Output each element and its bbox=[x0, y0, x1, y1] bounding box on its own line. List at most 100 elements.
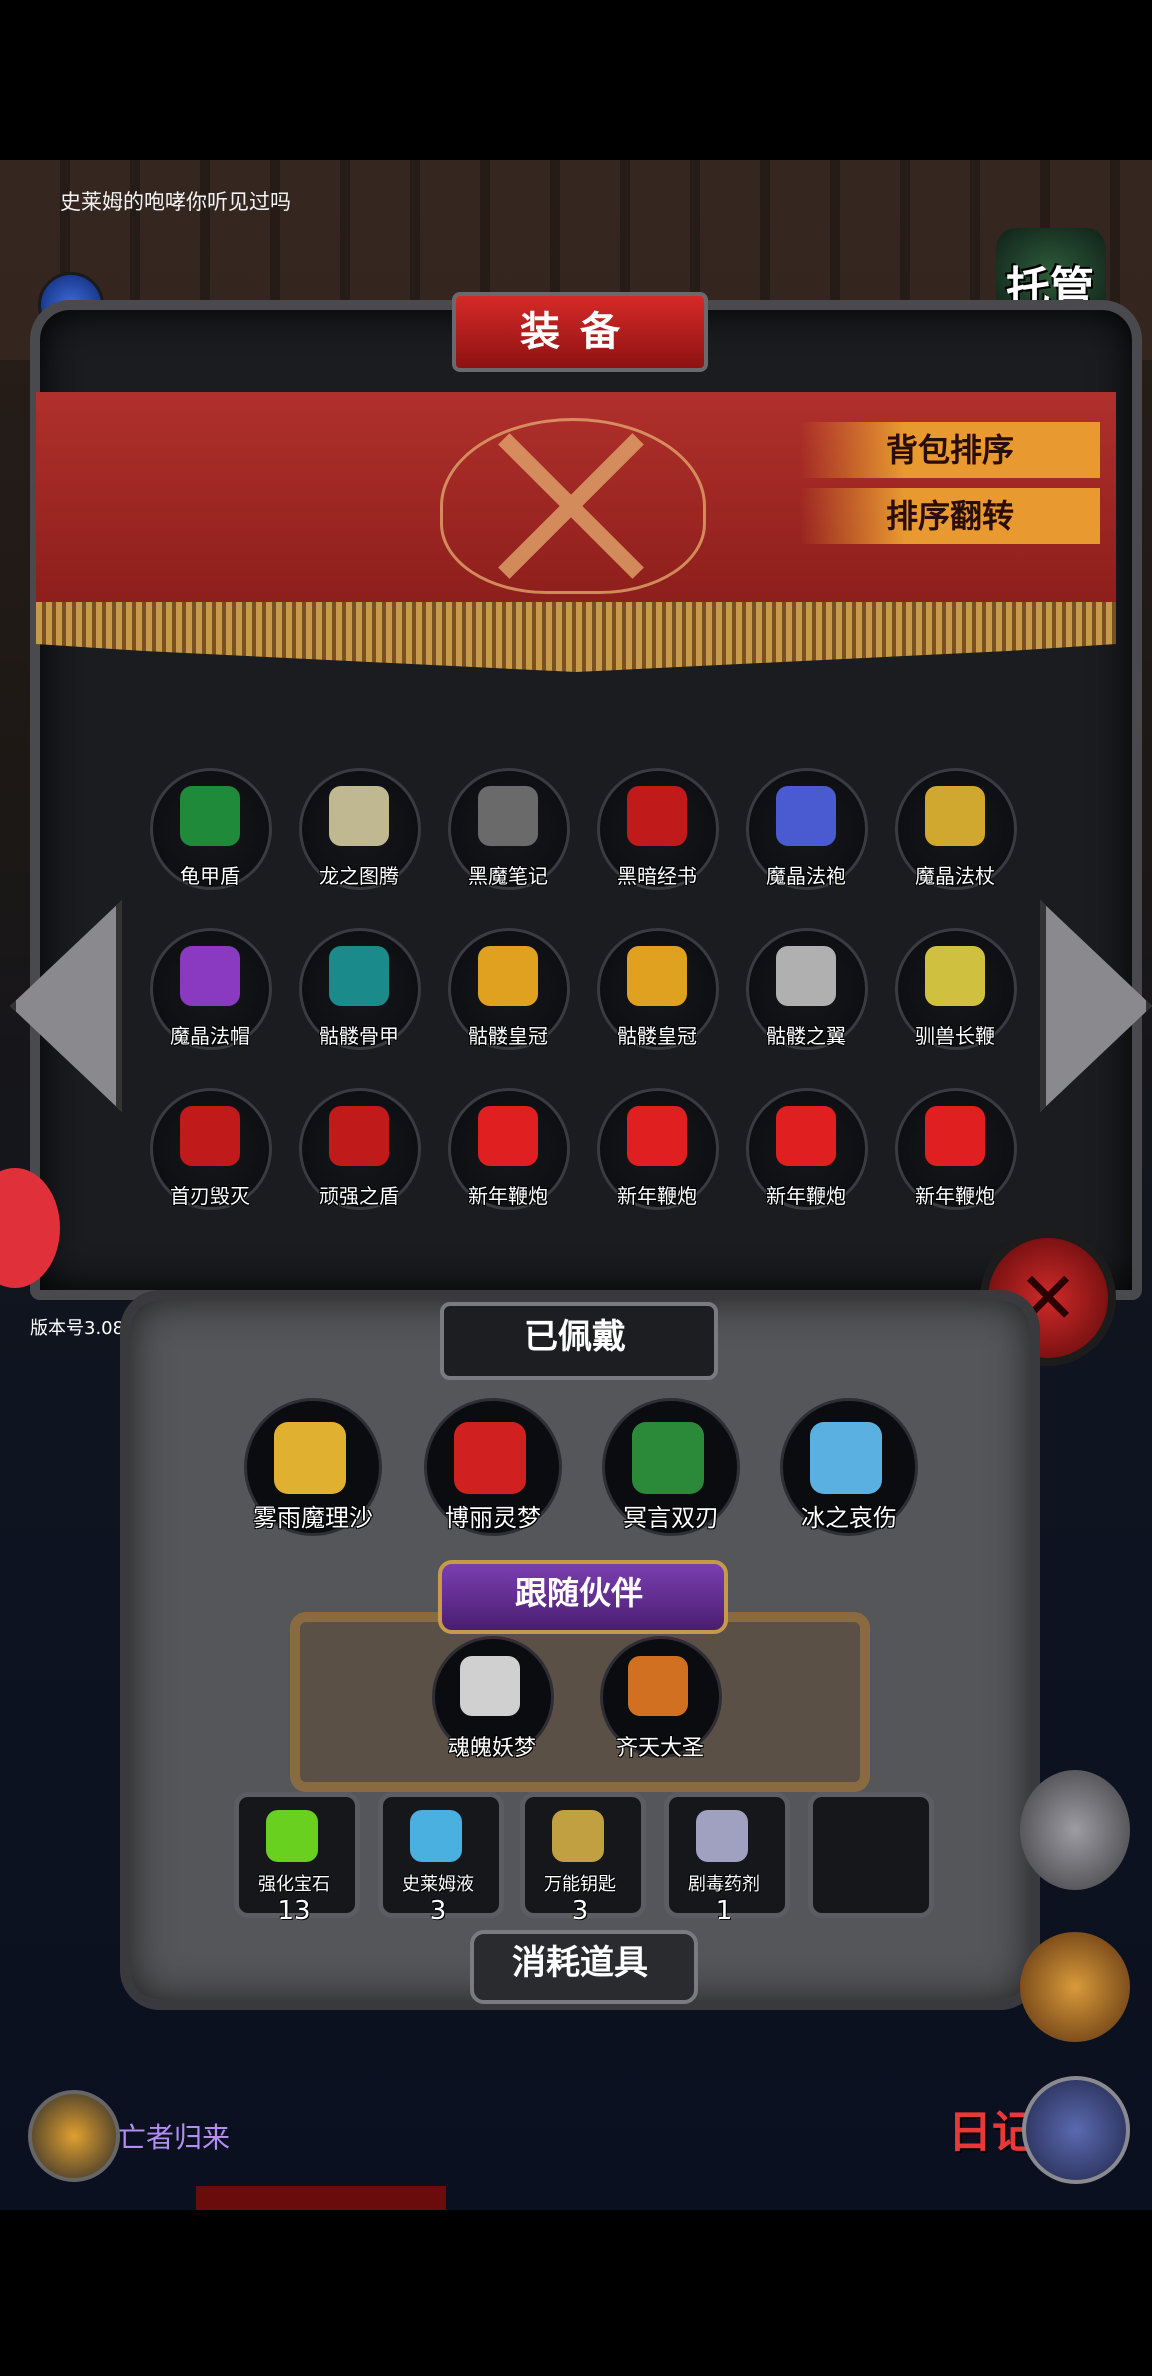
equipment-label: 新年鞭炮 bbox=[468, 1184, 548, 1208]
hero-title: 亡者归来 bbox=[118, 2121, 231, 2154]
diary-book-icon[interactable] bbox=[1022, 2076, 1130, 2184]
consumable-label: 万能钥匙 bbox=[544, 1874, 616, 1895]
companion-label: 齐天大圣 bbox=[615, 1736, 704, 1761]
equipment-slot[interactable]: 骷髅皇冠 bbox=[597, 928, 719, 1050]
equipment-slot[interactable]: 骷髅之翼 bbox=[746, 928, 868, 1050]
equipment-label: 新年鞭炮 bbox=[766, 1184, 846, 1208]
consumable-count: 13 bbox=[277, 1896, 311, 1926]
worn-title: 已佩戴 bbox=[524, 1317, 626, 1357]
worn-slot[interactable]: 雾雨魔理沙 bbox=[244, 1398, 382, 1536]
follow-title: 跟随伙伴 bbox=[514, 1574, 643, 1612]
hero-avatar[interactable] bbox=[28, 2090, 120, 2182]
crossed-swords-emblem bbox=[440, 418, 706, 594]
equipment-label: 魔晶法袍 bbox=[766, 864, 846, 888]
consumable-slot[interactable]: 史莱姆液 3 bbox=[378, 1792, 504, 1926]
companion-slot[interactable]: 齐天大圣 bbox=[600, 1636, 722, 1761]
poison-icon bbox=[696, 1810, 748, 1862]
companion-label: 魂魄妖梦 bbox=[447, 1736, 536, 1761]
equipment-label: 顽强之盾 bbox=[319, 1184, 399, 1208]
equipment-label: 首刃毁灭 bbox=[170, 1184, 250, 1208]
monkey-king-icon bbox=[628, 1656, 688, 1716]
equipment-label: 龙之图腾 bbox=[319, 864, 399, 888]
youmu-icon bbox=[460, 1656, 520, 1716]
worn-slot[interactable]: 博丽灵梦 bbox=[424, 1398, 562, 1536]
equipment-slot[interactable]: 骷髅皇冠 bbox=[448, 928, 570, 1050]
hint-text: 史莱姆的咆哮你听见过吗 bbox=[60, 190, 291, 214]
worn-label: 冥言双刃 bbox=[623, 1504, 719, 1532]
equipment-slot[interactable]: 顽强之盾 bbox=[299, 1088, 421, 1210]
equipment-slot[interactable]: 黑暗经书 bbox=[597, 768, 719, 890]
consumable-slot[interactable]: 剧毒药剂 1 bbox=[664, 1792, 790, 1926]
equipment-label: 驯兽长鞭 bbox=[915, 1024, 995, 1048]
equipment-label: 骷髅皇冠 bbox=[468, 1024, 548, 1048]
equipment-label: 骷髅之翼 bbox=[766, 1024, 846, 1048]
equipment-label: 黑魔笔记 bbox=[468, 864, 548, 888]
firecracker-icon bbox=[925, 1106, 985, 1166]
beer-mug-icon[interactable] bbox=[1020, 1932, 1130, 2042]
equipment-slot[interactable]: 新年鞭炮 bbox=[895, 1088, 1017, 1210]
equipment-slot[interactable]: 魔晶法帽 bbox=[150, 928, 272, 1050]
firecracker-icon bbox=[776, 1106, 836, 1166]
reimu-icon bbox=[454, 1422, 526, 1494]
consumable-count: 3 bbox=[429, 1896, 447, 1926]
companion-slot[interactable]: 魂魄妖梦 bbox=[432, 1636, 554, 1761]
consumable-count: 1 bbox=[715, 1896, 733, 1926]
equipment-slot[interactable]: 新年鞭炮 bbox=[448, 1088, 570, 1210]
green-gem-icon bbox=[266, 1810, 318, 1862]
consumable-label: 史莱姆液 bbox=[402, 1874, 474, 1895]
consumable-slot-empty[interactable] bbox=[808, 1792, 934, 1918]
consumables-title: 消耗道具 bbox=[512, 1943, 648, 1983]
turtle-shell-icon bbox=[180, 786, 240, 846]
equipment-label: 魔晶法帽 bbox=[170, 1024, 250, 1048]
firecracker-icon bbox=[478, 1106, 538, 1166]
blade-icon bbox=[180, 1106, 240, 1166]
equipment-slot[interactable]: 驯兽长鞭 bbox=[895, 928, 1017, 1050]
worn-label: 冰之哀伤 bbox=[801, 1504, 897, 1532]
companion-box bbox=[290, 1612, 870, 1792]
equipment-label: 骷髅骨甲 bbox=[319, 1024, 399, 1048]
knight-helmet-icon[interactable] bbox=[1020, 1770, 1130, 1890]
wizard-hat-icon bbox=[180, 946, 240, 1006]
ice-sword-icon bbox=[810, 1422, 882, 1494]
consumable-label: 剧毒药剂 bbox=[688, 1874, 760, 1895]
worn-slot[interactable]: 冰之哀伤 bbox=[780, 1398, 918, 1536]
equipment-label: 骷髅皇冠 bbox=[617, 1024, 697, 1048]
consumable-slot[interactable]: 强化宝石 13 bbox=[234, 1792, 360, 1926]
reverse-sort-button[interactable]: 排序翻转 bbox=[800, 488, 1100, 544]
round-shield-icon bbox=[329, 1106, 389, 1166]
equipment-slot[interactable]: 龟甲盾 bbox=[150, 768, 272, 890]
consumable-slot[interactable]: 万能钥匙 3 bbox=[520, 1792, 646, 1926]
equipment-slot[interactable]: 新年鞭炮 bbox=[746, 1088, 868, 1210]
worn-label: 雾雨魔理沙 bbox=[253, 1504, 373, 1532]
equipment-label: 新年鞭炮 bbox=[915, 1184, 995, 1208]
equipment-slot[interactable]: 龙之图腾 bbox=[299, 768, 421, 890]
potion-icon bbox=[410, 1810, 462, 1862]
key-icon bbox=[552, 1810, 604, 1862]
worn-label: 博丽灵梦 bbox=[445, 1504, 541, 1532]
whip-icon bbox=[925, 946, 985, 1006]
empty-slot-box bbox=[808, 1792, 934, 1918]
equipment-slot[interactable]: 骷髅骨甲 bbox=[299, 928, 421, 1050]
equipment-slot[interactable]: 黑魔笔记 bbox=[448, 768, 570, 890]
equipment-slot[interactable]: 魔晶法杖 bbox=[895, 768, 1017, 890]
equipment-label: 魔晶法杖 bbox=[915, 864, 995, 888]
twin-blades-icon bbox=[632, 1422, 704, 1494]
bone-wings-icon bbox=[776, 946, 836, 1006]
health-bar bbox=[196, 2186, 446, 2210]
equipment-label: 黑暗经书 bbox=[617, 864, 697, 888]
worn-slot[interactable]: 冥言双刃 bbox=[602, 1398, 740, 1536]
skull-crown-icon bbox=[627, 946, 687, 1006]
staff-icon bbox=[925, 786, 985, 846]
skull-crown-icon bbox=[478, 946, 538, 1006]
firecracker-icon bbox=[627, 1106, 687, 1166]
equipment-label: 龟甲盾 bbox=[180, 864, 240, 888]
equipment-slot[interactable]: 新年鞭炮 bbox=[597, 1088, 719, 1210]
equipment-slot[interactable]: 首刃毁灭 bbox=[150, 1088, 272, 1210]
bone-armor-icon bbox=[329, 946, 389, 1006]
robe-icon bbox=[776, 786, 836, 846]
equipment-slot[interactable]: 魔晶法袍 bbox=[746, 768, 868, 890]
sort-bag-button[interactable]: 背包排序 bbox=[800, 422, 1100, 478]
black-book-icon bbox=[478, 786, 538, 846]
equipment-label: 新年鞭炮 bbox=[617, 1184, 697, 1208]
dragon-totem-icon bbox=[329, 786, 389, 846]
